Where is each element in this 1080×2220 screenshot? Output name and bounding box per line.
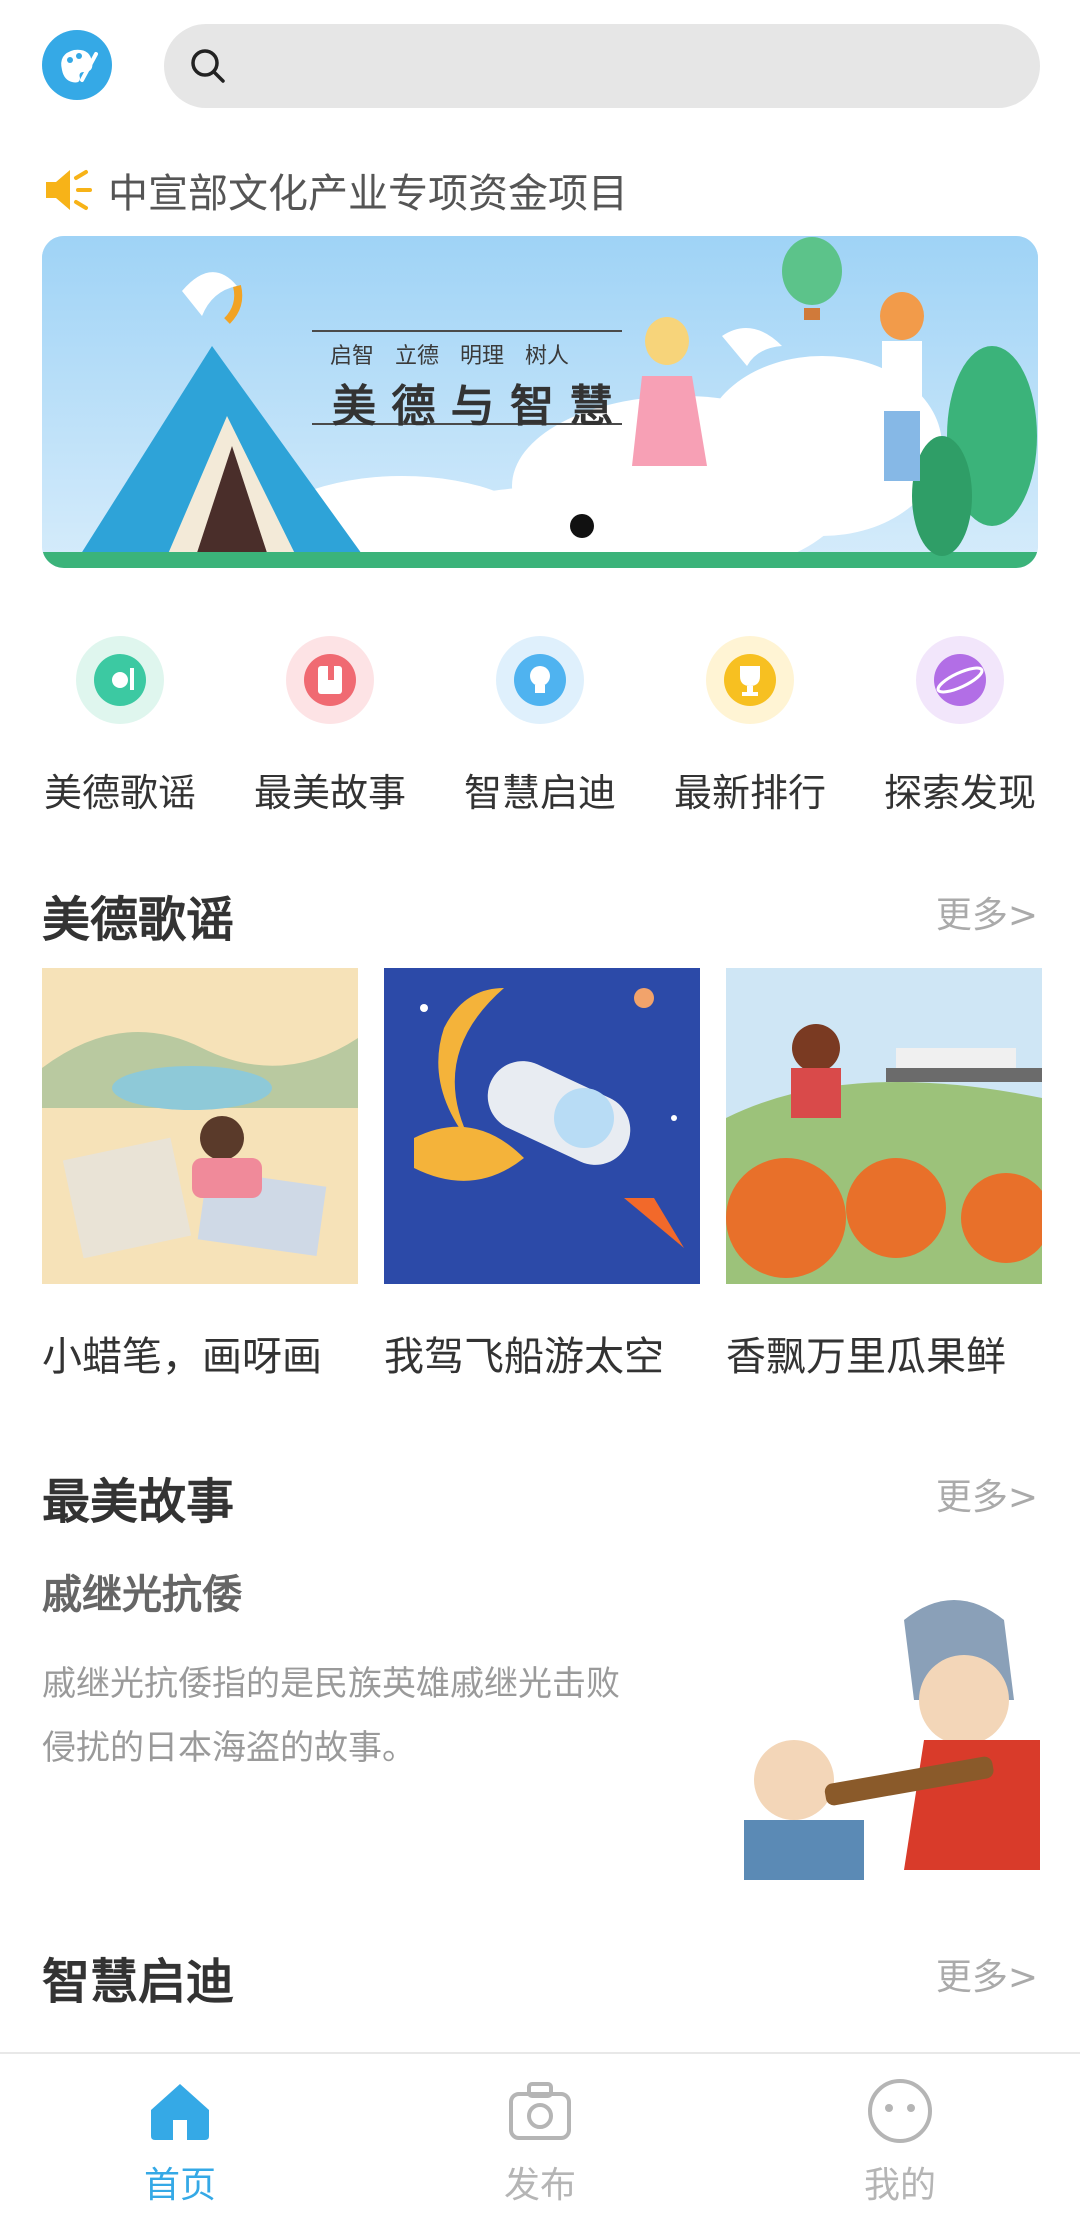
search-icon xyxy=(191,49,225,83)
tab-publish[interactable]: 发布 xyxy=(360,2054,720,2220)
notice-bar[interactable]: 中宣部文化产业专项资金项目 xyxy=(42,160,628,220)
song-title: 小蜡笔，画呀画 xyxy=(42,1334,322,1380)
song-card[interactable]: 我驾飞船游太空 xyxy=(384,968,700,1382)
speaker-icon xyxy=(46,170,92,210)
tab-label: 首页 xyxy=(143,2165,216,2206)
banner-title: 美 德 与 智 慧 xyxy=(332,381,614,432)
category-ranking[interactable]: 最新排行 xyxy=(650,620,850,817)
section-title-songs: 美德歌谣 xyxy=(42,892,235,948)
tab-mine[interactable]: 我的 xyxy=(720,2054,1080,2220)
category-stories[interactable]: 最美故事 xyxy=(230,620,430,817)
song-thumbnail xyxy=(42,968,358,1284)
banner-subtitle: 启智 立德 明理 树人 xyxy=(330,344,569,369)
tab-home[interactable]: 首页 xyxy=(0,2054,360,2220)
song-thumbnail xyxy=(384,968,700,1284)
book-icon xyxy=(286,636,374,724)
music-icon xyxy=(76,636,164,724)
song-thumbnail xyxy=(726,968,1042,1284)
carousel-indicator[interactable] xyxy=(570,514,594,538)
home-icon xyxy=(151,2084,209,2140)
search-bar[interactable] xyxy=(164,24,1040,108)
song-title: 香飘万里瓜果鲜 xyxy=(726,1334,1006,1380)
section-title-stories: 最美故事 xyxy=(42,1474,235,1530)
lightbulb-icon xyxy=(496,636,584,724)
trophy-icon xyxy=(706,636,794,724)
banner-carousel[interactable]: 启智 立德 明理 树人 美 德 与 智 慧 xyxy=(42,236,1038,568)
song-card[interactable]: 小蜡笔，画呀画 xyxy=(42,968,358,1382)
camera-icon xyxy=(509,2082,571,2140)
app-logo-icon[interactable] xyxy=(42,30,112,100)
song-card[interactable]: 香飘万里瓜果鲜 xyxy=(726,968,1042,1382)
tab-label: 发布 xyxy=(503,2165,576,2206)
planet-icon xyxy=(916,636,1004,724)
notice-text: 中宣部文化产业专项资金项目 xyxy=(108,171,628,217)
story-image[interactable] xyxy=(724,1580,1040,1880)
more-link-wisdom[interactable]: 更多> xyxy=(936,1948,1038,2000)
section-title-wisdom: 智慧启迪 xyxy=(42,1954,235,2010)
profile-icon xyxy=(868,2079,932,2143)
category-grid: 美德歌谣 最美故事 智慧启迪 最新排行 探索发现 xyxy=(0,620,1080,820)
song-title: 我驾飞船游太空 xyxy=(384,1334,664,1380)
story-title[interactable]: 戚继光抗倭 xyxy=(42,1562,242,1620)
category-wisdom[interactable]: 智慧启迪 xyxy=(440,620,640,817)
bottom-tab-bar: 首页 发布 我的 xyxy=(0,2052,1080,2220)
more-link-stories[interactable]: 更多> xyxy=(936,1468,1038,1520)
top-bar xyxy=(0,0,1080,140)
category-songs[interactable]: 美德歌谣 xyxy=(20,620,220,817)
story-description: 戚继光抗倭指的是民族英雄戚继光击败侵扰的日本海盗的故事。 xyxy=(42,1664,620,1768)
more-link-songs[interactable]: 更多> xyxy=(936,886,1038,938)
category-explore[interactable]: 探索发现 xyxy=(860,620,1060,817)
tab-label: 我的 xyxy=(863,2165,936,2206)
